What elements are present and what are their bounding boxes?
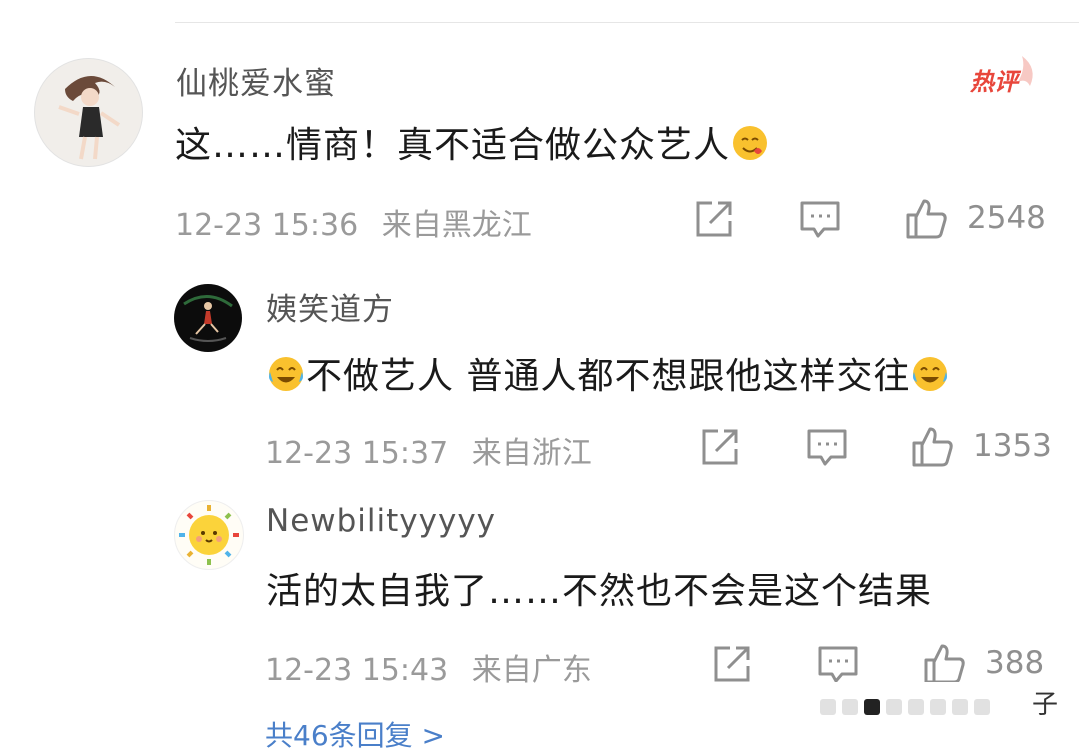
toolbar-dot [930,698,946,715]
comment-3-text: 活的太自我了……不然也不会是这个结果 [266,571,933,612]
comment-1-time: 12-23 15:36 [175,208,359,243]
comment-2-time: 12-23 15:37 [265,436,449,471]
laugh-cry-emoji-icon [910,354,950,403]
comment-1-like-count: 2548 [967,200,1046,236]
comment-2-text-row: 不做艺人 普通人都不想跟他这样交往 [266,347,950,403]
comment-2-like-icon[interactable] [910,425,954,469]
comment-1-text: 这……情商！真不适合做公众艺人 [175,125,731,166]
comment-2-username[interactable]: 姨笑道方 [266,284,394,329]
avatar-2[interactable] [174,284,242,352]
toolbar-dot [842,698,858,715]
toolbar-dots [820,696,996,715]
comment-3-location: 来自广东 [471,653,592,688]
toolbar-dot [886,698,902,715]
comment-2-meta: 12-23 15:37 来自浙江 [265,428,592,472]
avatar-3[interactable] [174,500,244,570]
comment-1-location: 来自黑龙江 [381,208,532,243]
comment-2-share-icon[interactable] [698,425,742,469]
comment-3-reply-icon[interactable] [816,642,860,686]
toolbar-dot [820,698,836,715]
hot-comment-badge: 热评 [968,56,1040,100]
bottom-toolbar-overlay: 子 [820,682,1079,730]
comment-2-location: 来自浙江 [471,436,592,471]
comment-3-username[interactable]: Newbilityyyyy [266,503,496,539]
toolbar-dot [974,698,990,715]
toolbar-char: 子 [1032,690,1059,720]
top-divider [175,22,1079,23]
comment-3-time: 12-23 15:43 [265,653,449,688]
toolbar-dot [908,698,924,715]
comment-1-share-icon[interactable] [692,197,736,241]
comment-2-text: 不做艺人 普通人都不想跟他这样交往 [306,356,911,397]
comment-1-reply-icon[interactable] [798,197,842,241]
smile-heart-emoji-icon [730,123,770,172]
hot-comment-badge-text: 热评 [970,68,1018,96]
comment-2-like-count: 1353 [973,428,1052,464]
toolbar-dot [864,698,880,715]
comment-1-like-icon[interactable] [904,197,948,241]
avatar-1[interactable] [34,58,143,167]
comment-3-like-icon[interactable] [922,642,966,686]
toolbar-dot [952,698,968,715]
comment-1-username[interactable]: 仙桃爱水蜜 [176,58,336,103]
comment-1-meta: 12-23 15:36 来自黑龙江 [175,200,532,244]
comment-2-reply-icon[interactable] [805,425,849,469]
comment-1-text-row: 这……情商！真不适合做公众艺人 [175,116,770,172]
view-more-replies-link[interactable]: 共46条回复 > [265,714,445,754]
comment-3-share-icon[interactable] [710,642,754,686]
laugh-cry-emoji-icon [266,354,306,403]
comment-3-meta: 12-23 15:43 来自广东 [265,645,592,689]
comment-3-like-count: 388 [985,645,1045,681]
